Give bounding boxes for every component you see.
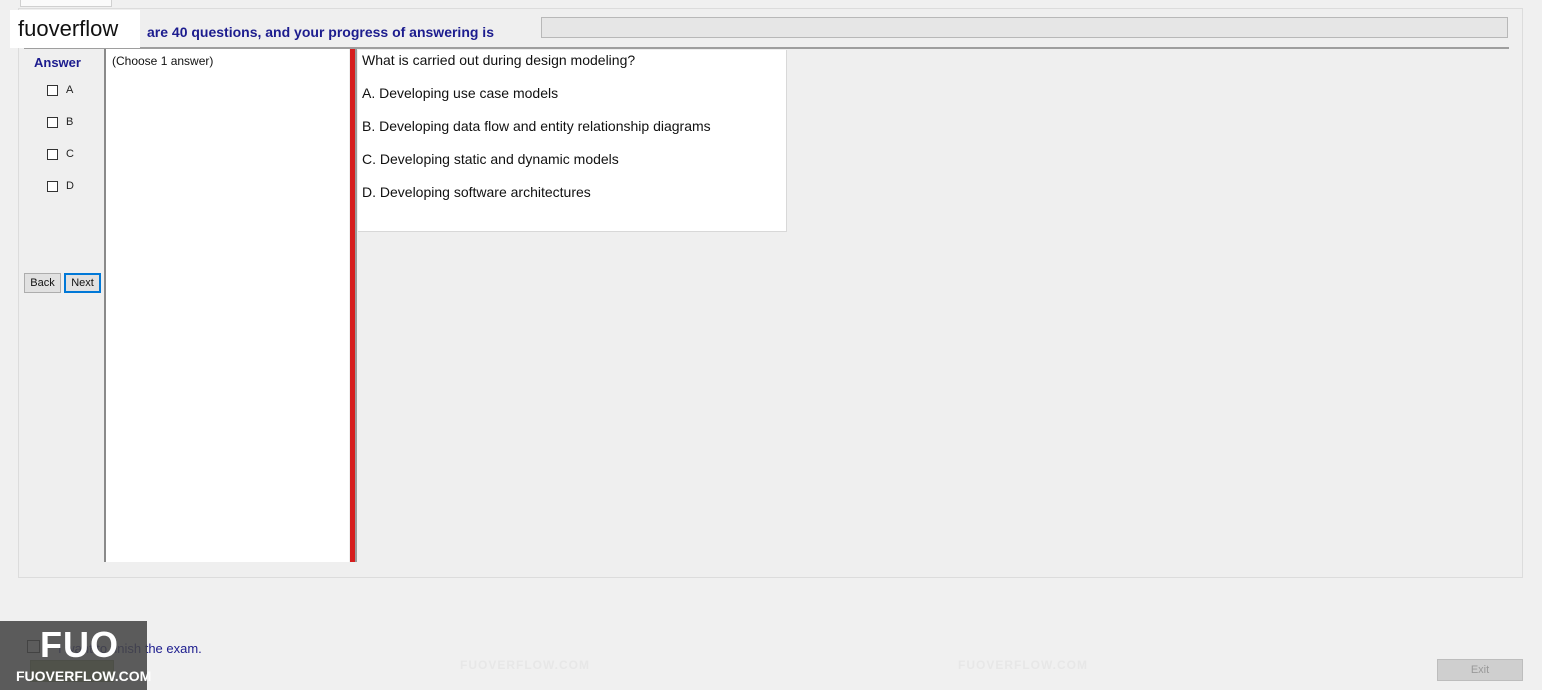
question-panel: What is carried out during design modeli…: [358, 50, 787, 232]
answer-option-label: D: [66, 180, 74, 192]
question-option-d: D. Developing software architectures: [362, 184, 591, 200]
back-button[interactable]: Back: [24, 273, 61, 293]
checkbox[interactable]: [47, 116, 58, 128]
exit-button[interactable]: Exit: [1437, 659, 1523, 681]
answer-option-c[interactable]: C: [47, 147, 74, 161]
answer-option-d[interactable]: D: [47, 179, 74, 193]
question-option-c: C. Developing static and dynamic models: [362, 151, 619, 167]
progress-caption: are 40 questions, and your progress of a…: [147, 24, 494, 40]
exam-window: FUOVERFLOW.COM FUOVERFLOW.COM FUOVERFLOW…: [0, 0, 1542, 690]
brand-text: fuoverflow: [18, 16, 119, 41]
fuo-logo-url: FUOVERFLOW.COM: [16, 668, 152, 684]
splitter-edge: [355, 49, 357, 562]
progress-bar: [541, 17, 1508, 38]
choose-panel: (Choose 1 answer): [104, 49, 349, 562]
answer-title: Answer: [34, 55, 81, 70]
checkbox[interactable]: [47, 84, 58, 96]
answer-option-label: B: [66, 116, 74, 128]
next-button[interactable]: Next: [64, 273, 101, 293]
brand-watermark: fuoverflow: [10, 10, 140, 48]
question-text: What is carried out during design modeli…: [362, 52, 636, 68]
tab-stub: [20, 0, 112, 7]
checkbox[interactable]: [47, 180, 58, 192]
question-option-b: B. Developing data flow and entity relat…: [362, 118, 711, 134]
answer-option-b[interactable]: B: [47, 115, 73, 129]
choose-instruction: (Choose 1 answer): [112, 54, 214, 68]
answer-option-label: A: [66, 84, 74, 96]
background-watermark: FUOVERFLOW.COM: [958, 658, 1088, 672]
fuo-logo-text: FUO: [40, 624, 119, 665]
answer-option-a[interactable]: A: [47, 83, 73, 97]
checkbox[interactable]: [47, 148, 58, 160]
fuo-logo-badge: FUO FUOVERFLOW.COM: [0, 621, 151, 690]
question-option-a: A. Developing use case models: [362, 85, 559, 101]
answer-option-label: C: [66, 148, 74, 160]
background-watermark: FUOVERFLOW.COM: [460, 658, 590, 672]
